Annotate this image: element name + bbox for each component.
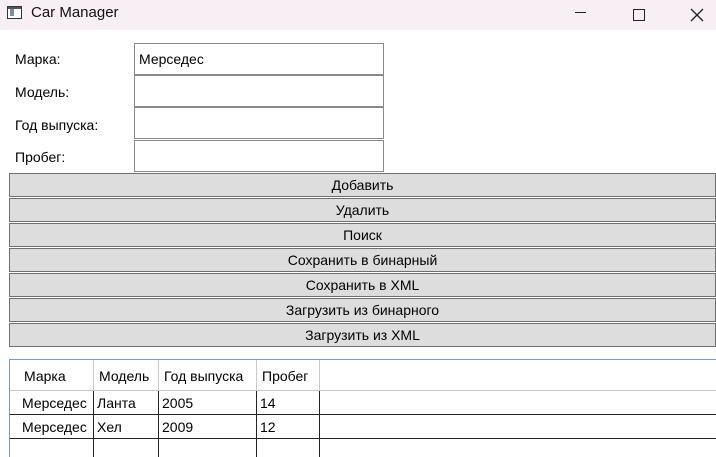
title-bar: Car Manager	[0, 0, 716, 30]
cell-model[interactable]: Хел	[94, 415, 159, 439]
save-binary-button[interactable]: Сохранить в бинарный	[9, 248, 716, 272]
grid-corner	[10, 360, 19, 391]
column-header-year[interactable]: Год выпуска	[159, 360, 257, 391]
cell-brand[interactable]: Мерседес	[19, 415, 94, 439]
save-xml-button[interactable]: Сохранить в XML	[9, 273, 716, 297]
cell-model-empty[interactable]	[94, 439, 159, 457]
mileage-label: Пробег:	[15, 149, 66, 165]
load-xml-button[interactable]: Загрузить из XML	[9, 323, 716, 347]
load-binary-button[interactable]: Загрузить из бинарного	[9, 298, 716, 322]
table-row[interactable]: Мерседес Хел 2009 12	[10, 415, 716, 439]
model-label: Модель:	[15, 84, 70, 100]
year-input[interactable]	[134, 107, 384, 139]
cell-mileage-empty[interactable]	[257, 439, 320, 457]
minimize-icon	[574, 11, 586, 13]
maximize-button[interactable]	[616, 0, 662, 30]
cell-mileage[interactable]: 14	[257, 391, 320, 415]
add-button[interactable]: Добавить	[9, 173, 716, 197]
cell-mileage[interactable]: 12	[257, 415, 320, 439]
cell-brand[interactable]: Мерседес	[19, 391, 94, 415]
search-button[interactable]: Поиск	[9, 223, 716, 247]
mileage-input[interactable]	[134, 140, 384, 172]
column-header-mileage[interactable]: Пробег	[257, 360, 320, 391]
app-window-icon	[7, 6, 22, 19]
cell-model[interactable]: Ланта	[94, 391, 159, 415]
new-row-placeholder[interactable]	[10, 439, 716, 457]
cell-brand-empty[interactable]	[19, 439, 94, 457]
window-title: Car Manager	[31, 4, 119, 21]
table-row[interactable]: Мерседес Ланта 2005 14	[10, 391, 716, 415]
minimize-button[interactable]	[557, 0, 603, 30]
column-header-brand[interactable]: Марка	[19, 360, 94, 391]
column-header-model[interactable]: Модель	[94, 360, 159, 391]
year-label: Год выпуска:	[15, 117, 99, 133]
brand-input[interactable]	[134, 43, 384, 75]
cell-year[interactable]: 2009	[159, 415, 257, 439]
brand-label: Марка:	[15, 51, 61, 67]
cell-year[interactable]: 2005	[159, 391, 257, 415]
close-icon	[690, 8, 704, 22]
cell-year-empty[interactable]	[159, 439, 257, 457]
model-input[interactable]	[134, 75, 384, 107]
cars-data-grid[interactable]: Марка Модель Год выпуска Пробег Мерседес…	[9, 359, 716, 457]
close-button[interactable]	[674, 0, 716, 30]
delete-button[interactable]: Удалить	[9, 198, 716, 222]
maximize-icon	[633, 9, 645, 21]
